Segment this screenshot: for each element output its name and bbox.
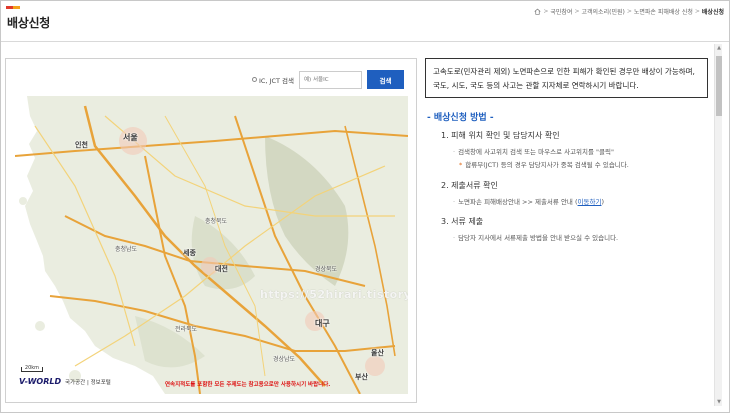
map-scale: 20km — [21, 366, 43, 372]
vertical-scrollbar[interactable]: ▲ ▼ — [714, 44, 722, 406]
step-1-note-text: 합류부(JCT) 등의 경우 담당지사가 중복 검색될 수 있습니다. — [465, 161, 629, 169]
map-label-incheon: 인천 — [75, 141, 88, 149]
breadcrumb-item-participation[interactable]: 국민참여 — [550, 7, 572, 16]
map-label-gyeongbuk: 경상북도 — [315, 266, 338, 273]
asterisk-icon: * — [459, 161, 463, 169]
map-label-busan: 부산 — [355, 373, 368, 381]
map-label-chungbuk: 충청북도 — [205, 218, 228, 225]
step-3-sub-text: 담당자 지사에서 서류제출 방법을 안내 받으실 수 있습니다. — [458, 234, 619, 242]
step-2-sub: · 노면파손 피해배상안내 >> 제출서류 안내 (이동하기) — [453, 196, 604, 206]
title-accent — [6, 6, 20, 9]
radio-icon[interactable] — [251, 77, 257, 82]
breadcrumb-separator: > — [694, 8, 700, 15]
step-3-sub: · 담당자 지사에서 서류제출 방법을 안내 받으실 수 있습니다. — [453, 232, 618, 242]
breadcrumb-current: 배상신청 — [701, 9, 724, 16]
bullet-icon: · — [453, 148, 456, 156]
step-2-label: 2. 제출서류 확인 — [441, 181, 498, 190]
title-divider — [1, 41, 729, 42]
page-title: 배상신청 — [7, 16, 50, 30]
scroll-up-icon[interactable]: ▲ — [715, 44, 723, 52]
move-link[interactable]: 이동하기 — [578, 198, 602, 206]
breadcrumb-item-damage[interactable]: 노면파손 피해배상 신청 — [634, 7, 693, 16]
breadcrumb-separator: > — [543, 8, 549, 15]
map-canvas[interactable] — [15, 96, 408, 394]
map-panel: IC, JCT 검색 검색 — [5, 58, 417, 403]
map-label-jeonbuk: 전라북도 — [175, 326, 198, 333]
step-2-sub-suffix: ) — [601, 198, 604, 206]
scroll-down-icon[interactable]: ▼ — [715, 398, 723, 406]
map-notice: 연속지적도를 포함한 모든 주제도는 참고용으로만 사용하시기 바랍니다. — [165, 382, 331, 388]
step-1-note: * 합류부(JCT) 등의 경우 담당지사가 중복 검색될 수 있습니다. — [459, 159, 629, 169]
guide-title: - 배상신청 방법 - — [427, 113, 494, 123]
notice-box: 고속도로(민자관리 제외) 노면파손으로 인한 피해가 확인된 경우만 배상이 … — [425, 58, 708, 98]
breadcrumb-separator: > — [574, 8, 580, 15]
step-1-sub-text: 검색창에 사고위치 검색 또는 마우스로 사고위치를 "클릭" — [458, 148, 614, 156]
breadcrumb-item-voc[interactable]: 고객의소리(민원) — [582, 7, 625, 16]
breadcrumb: > 국민참여 > 고객의소리(민원) > 노면파손 피해배상 신청 > 배상신청 — [534, 7, 724, 16]
breadcrumb-separator: > — [626, 8, 632, 15]
map-watermark: https://52hirari.tistory.com — [260, 288, 408, 301]
bullet-icon: · — [453, 198, 456, 206]
search-button[interactable]: 검색 — [367, 70, 404, 89]
map-view[interactable]: 서울 인천 충청북도 충청남도 세종 대전 경상북도 전라북도 대구 경상남도 … — [15, 96, 408, 394]
map-label-gyeongnam: 경상남도 — [273, 356, 296, 363]
search-type-label: IC, JCT 검색 — [258, 76, 294, 85]
step-2-sub-prefix: 노면파손 피해배상안내 >> 제출서류 안내 ( — [458, 198, 578, 206]
map-label-sejong: 세종 — [183, 249, 196, 257]
search-input[interactable] — [299, 70, 362, 89]
info-panel: 고속도로(민자관리 제외) 노면파손으로 인한 피해가 확인된 경우만 배상이 … — [423, 50, 711, 405]
map-attribution: 국가공간 | 정보포털 — [65, 380, 111, 386]
map-label-daegu: 대구 — [315, 319, 330, 328]
search-type-option[interactable]: IC, JCT 검색 — [251, 75, 294, 85]
map-label-seoul: 서울 — [123, 133, 138, 142]
home-icon[interactable] — [534, 8, 541, 15]
vworld-logo: V-WORLD — [19, 377, 62, 386]
search-row: IC, JCT 검색 검색 — [251, 70, 404, 89]
step-1-label: 1. 피해 위치 확인 및 담당지사 확인 — [441, 131, 560, 140]
map-label-daejeon: 대전 — [215, 265, 228, 273]
map-label-ulsan: 울산 — [371, 349, 384, 357]
map-label-chungnam: 충청남도 — [115, 246, 138, 253]
bullet-icon: · — [453, 234, 456, 242]
step-1-sub: · 검색창에 사고위치 검색 또는 마우스로 사고위치를 "클릭" — [453, 146, 614, 156]
scrollbar-thumb[interactable] — [716, 56, 722, 116]
step-3-label: 3. 서류 제출 — [441, 217, 484, 226]
